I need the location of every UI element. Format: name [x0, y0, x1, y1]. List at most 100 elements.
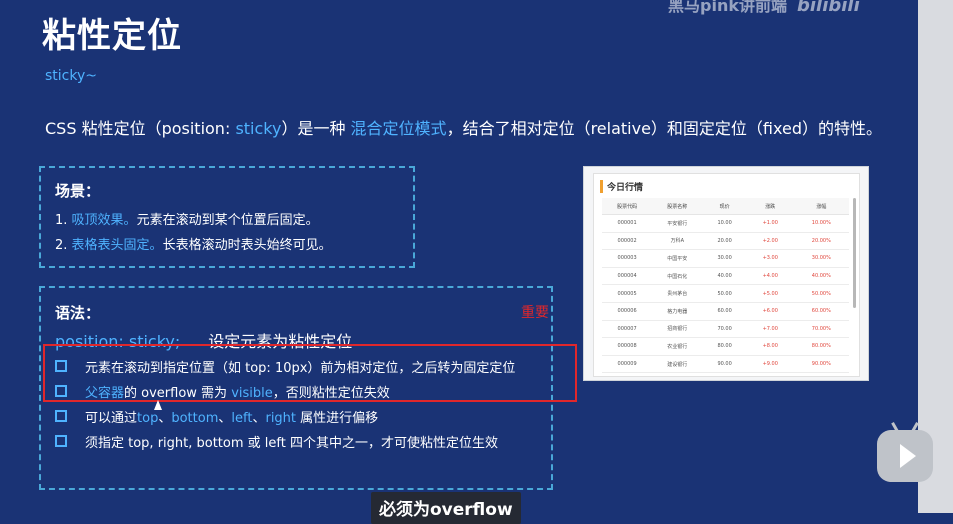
syntax-bullet: 可以通过top、bottom、left、right 属性进行偏移 — [55, 407, 378, 426]
table-cell: 50.00 — [702, 284, 747, 303]
table-cell: 10.00 — [702, 214, 747, 233]
column-header: 股票代码 — [602, 198, 653, 215]
scenario-text: 长表格滚动时表头始终可见。 — [162, 238, 332, 253]
table-row: 000007 招商银行 70.00 +7.00 70.00% — [602, 320, 849, 339]
intro-text: CSS 粘性定位（position: sticky）是一种 混合定位模式，结合了… — [45, 115, 882, 139]
table-cell: 40.00 — [702, 267, 747, 286]
syntax-heading: 语法： — [55, 304, 101, 322]
important-highlight-box — [43, 344, 577, 402]
column-header: 股票名称 — [652, 198, 703, 215]
scenario-num: 1. — [55, 213, 72, 228]
intro-highlight: 混合定位模式 — [350, 119, 447, 138]
table-cell: 50.00% — [793, 284, 849, 303]
slide-subtitle: sticky~ — [45, 68, 97, 84]
bullet-highlight: bottom — [171, 411, 219, 426]
table-cell: +6.00 — [746, 302, 794, 321]
important-label: 重要 — [521, 305, 549, 321]
table-row: 000001 平安银行 10.00 +1.00 10.00% — [602, 214, 849, 233]
table-cell: 建设银行 — [652, 355, 703, 374]
table-row: 000010中国银行100.00+10.00100.00% — [602, 372, 849, 376]
table-cell: +8.00 — [746, 337, 794, 356]
table-row: 000002 万科A 20.00 +2.00 20.00% — [602, 232, 849, 251]
table-row: 000006 格力电器 60.00 +6.00 60.00% — [602, 302, 849, 321]
table-cell: 90.00% — [793, 355, 849, 374]
table-cell: +10.00 — [746, 372, 794, 376]
scenarios-heading: 场景： — [55, 182, 101, 200]
table-cell: 000009 — [602, 355, 653, 374]
table-cell: +5.00 — [746, 284, 794, 303]
table-cell: 80.00 — [702, 337, 747, 356]
table-cell: 000010 — [602, 372, 653, 376]
table-cell: 20.00% — [793, 232, 849, 251]
stock-table: 股票代码 股票名称 现价 涨跌 涨幅 000001 平安银行 10.00 +1.00 1… — [602, 198, 849, 376]
table-cell: 中国银行 — [652, 372, 703, 376]
bullet-text: 属性进行偏移 — [296, 411, 379, 426]
syntax-bullet: 须指定 top, right, bottom 或 left 四个其中之一，才可使… — [55, 432, 498, 451]
bullet-text: 须指定 top, right, bottom 或 left 四个其中之一，才可使… — [85, 436, 498, 451]
square-bullet-icon — [55, 435, 67, 447]
table-cell: 中国石化 — [652, 267, 703, 286]
table-cell: 30.00 — [702, 249, 747, 268]
table-cell: +1.00 — [746, 214, 794, 233]
table-cell: 100.00 — [702, 372, 747, 376]
table-cell: 万科A — [652, 232, 703, 251]
table-row: 000009 建设银行 90.00 +9.00 90.00% — [602, 355, 849, 374]
bullet-text: 可以通过 — [85, 411, 138, 426]
bullet-highlight: top — [137, 411, 159, 426]
bilibili-tv-icon[interactable] — [877, 430, 933, 482]
demo-scrollbar[interactable] — [853, 198, 856, 308]
play-icon — [900, 444, 916, 468]
table-cell: 60.00% — [793, 302, 849, 321]
table-cell: 平安银行 — [652, 214, 703, 233]
intro-middle: ）是一种 — [281, 119, 351, 138]
column-header: 涨跌 — [746, 198, 794, 215]
bullet-text: 、 — [252, 411, 266, 426]
table-cell: 000008 — [602, 337, 653, 356]
bullet-text: 、 — [158, 411, 172, 426]
table-cell: +2.00 — [746, 232, 794, 251]
bullet-highlight: right — [265, 411, 297, 426]
table-cell: 农业银行 — [652, 337, 703, 356]
table-cell: 000007 — [602, 320, 653, 339]
scenario-highlight: 吸顶效果。 — [71, 213, 137, 228]
demo-panel: 今日行情 股票代码 股票名称 现价 涨跌 涨幅 000001 平安银行 10.00 +… — [593, 173, 860, 377]
scenario-text: 元素在滚动到某个位置后固定。 — [136, 213, 319, 228]
table-cell: 20.00 — [702, 232, 747, 251]
table-row: 000008 农业银行 80.00 +8.00 80.00% — [602, 337, 849, 356]
demo-title: 今日行情 — [600, 180, 643, 193]
table-cell: 40.00% — [793, 267, 849, 286]
scenarios-box: 场景： 1. 吸顶效果。元素在滚动到某个位置后固定。 2. 表格表头固定。长表格… — [39, 166, 415, 268]
table-cell: 30.00% — [793, 249, 849, 268]
table-row: 000003 中国平安 30.00 +3.00 30.00% — [602, 249, 849, 268]
slide-title: 粘性定位 — [42, 16, 182, 56]
mouse-cursor-icon — [154, 400, 162, 410]
table-cell: 70.00% — [793, 320, 849, 339]
table-cell: 80.00% — [793, 337, 849, 356]
demo-screenshot: 今日行情 股票代码 股票名称 现价 涨跌 涨幅 000001 平安银行 10.00 +… — [583, 166, 869, 381]
intro-suffix: ，结合了相对定位（relative）和固定定位（fixed）的特性。 — [446, 119, 882, 138]
table-cell: 000006 — [602, 302, 653, 321]
column-header: 涨幅 — [793, 198, 849, 215]
subtitle-caption: 必须为overflow — [371, 492, 521, 524]
watermark: 黑马pink讲前端 bilibili — [668, 0, 860, 16]
scenario-num: 2. — [55, 238, 72, 253]
table-cell: 60.00 — [702, 302, 747, 321]
bullet-text: 、 — [218, 411, 232, 426]
table-cell: 格力电器 — [652, 302, 703, 321]
table-cell: 000002 — [602, 232, 653, 251]
intro-prefix: CSS 粘性定位（position: — [45, 119, 236, 138]
table-cell: 000004 — [602, 267, 653, 286]
table-cell: 000001 — [602, 214, 653, 233]
table-cell: 招商银行 — [652, 320, 703, 339]
table-cell: +3.00 — [746, 249, 794, 268]
scenario-item: 1. 吸顶效果。元素在滚动到某个位置后固定。 — [55, 209, 319, 228]
table-cell: +9.00 — [746, 355, 794, 374]
table-cell: +7.00 — [746, 320, 794, 339]
table-cell: +4.00 — [746, 267, 794, 286]
scenario-item: 2. 表格表头固定。长表格滚动时表头始终可见。 — [55, 234, 332, 253]
intro-code: sticky — [235, 119, 282, 138]
watermark-text: 黑马pink讲前端 — [668, 0, 787, 15]
table-cell: 000005 — [602, 284, 653, 303]
table-cell: 90.00 — [702, 355, 747, 374]
table-cell: 中国平安 — [652, 249, 703, 268]
